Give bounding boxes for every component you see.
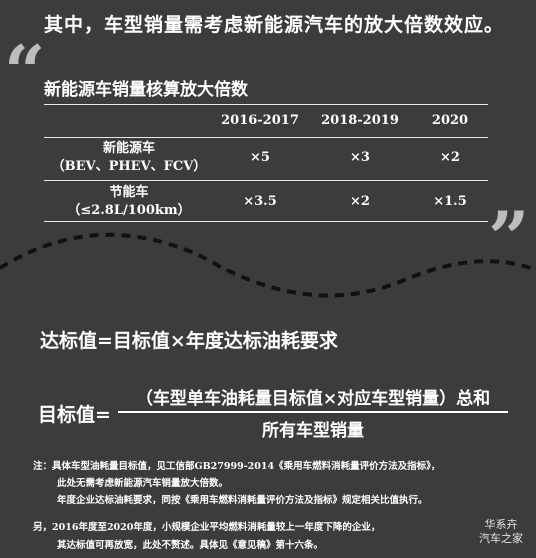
formula-numerator: （车型单车油耗量目标值×对应车型销量）总和 — [135, 389, 491, 409]
table-cell: ×3 — [350, 150, 370, 165]
watermark-logo: 华系卉 汽车之家 — [470, 518, 532, 546]
row-subtitle: （BEV、PHEV、FCV） — [51, 159, 207, 174]
formula-denominator: 所有车型销量 — [262, 421, 364, 441]
table-rule-middle — [44, 180, 488, 181]
table-title: 新能源车销量核算放大倍数 — [44, 80, 248, 100]
note-line-1: 注：具体车型油耗量目标值，见工信部GB27999-2014《乘用车燃料消耗量评价… — [33, 461, 441, 472]
table-rule-top — [44, 104, 488, 105]
table-cell: ×2 — [350, 194, 370, 209]
watermark-line-1: 华系卉 — [484, 518, 518, 531]
row-subtitle: （≤2.8L/100km） — [67, 203, 191, 218]
formula-label: 目标值= — [38, 404, 111, 426]
wave-divider — [0, 232, 536, 298]
formula-target-value: 达标值=目标值×年度达标油耗要求 — [40, 330, 338, 352]
table-cell: ×5 — [250, 150, 270, 165]
table-cell: ×2 — [440, 150, 460, 165]
note-line-2: 此处无需考虑新能源汽车销量放大倍数。 — [57, 478, 229, 489]
row-name: 新能源车 — [102, 141, 155, 156]
column-header-2018-2019: 2018-2019 — [321, 113, 399, 128]
note-line-5: 其达标值可再放宽，此处不赘述。具体见《意见稿》第十六条。 — [57, 540, 324, 551]
open-quote-icon: “ — [4, 29, 46, 114]
row-name: 节能车 — [109, 185, 149, 200]
headline: 其中，车型销量需考虑新能源汽车的放大倍数效应。 — [43, 14, 504, 36]
note-line-3: 年度企业达标油耗要求，同按《乘用车燃料消耗量评价方法及指标》规定相关比值执行。 — [57, 495, 428, 506]
note-line-4: 另，2016年度至2020年度，小规模企业平均燃料消耗量较上一年度下降的企业， — [33, 522, 381, 533]
infographic-page: 其中，车型销量需考虑新能源汽车的放大倍数效应。 “ 新能源车销量核算放大倍数 2… — [0, 0, 536, 558]
table-rule-bottom — [44, 221, 488, 222]
watermark-line-2: 汽车之家 — [479, 532, 523, 545]
column-header-2016-2017: 2016-2017 — [221, 113, 299, 128]
fraction-bar — [118, 411, 508, 413]
table-cell: ×1.5 — [433, 194, 467, 209]
row-label-energy-saving: 节能车 （≤2.8L/100km） — [44, 184, 214, 220]
table-rule-header — [44, 137, 488, 138]
row-label-nev: 新能源车 （BEV、PHEV、FCV） — [44, 140, 214, 176]
column-header-2020: 2020 — [431, 113, 469, 128]
table-cell: ×3.5 — [243, 194, 277, 209]
